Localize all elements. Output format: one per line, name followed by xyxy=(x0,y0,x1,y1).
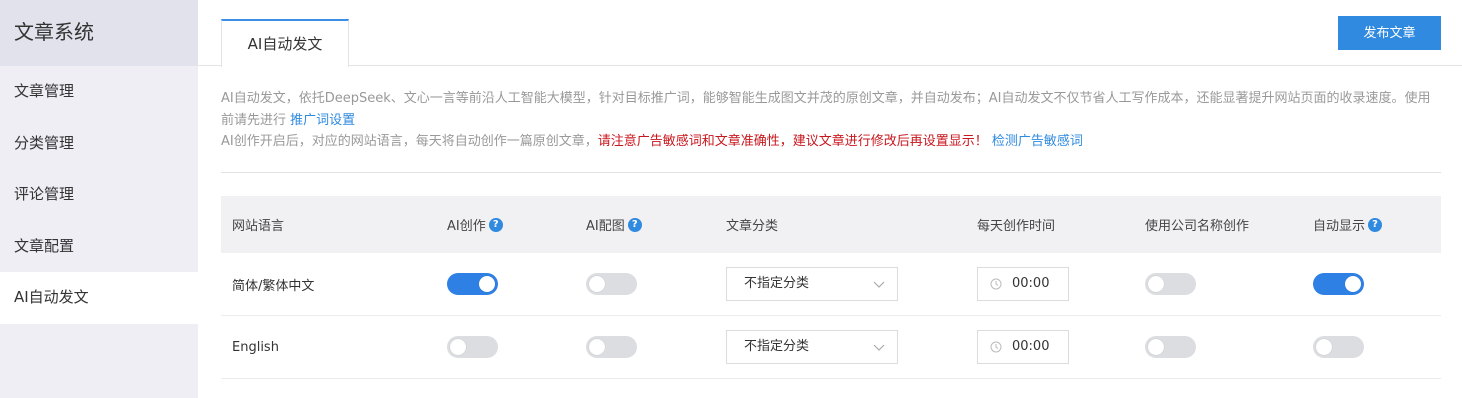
ai-create-cell xyxy=(447,253,498,315)
auto-display-toggle[interactable] xyxy=(1313,273,1364,295)
daily-time-input[interactable]: 00:00 xyxy=(977,267,1069,301)
keyword-settings-link[interactable]: 推广词设置 xyxy=(290,113,355,128)
chevron-down-icon xyxy=(873,344,885,351)
check-sensitive-words-link[interactable]: 检测广告敏感词 xyxy=(992,134,1083,149)
ai-create-cell xyxy=(447,316,498,378)
sidebar-item-ai-auto-post[interactable]: AI自动发文 xyxy=(0,272,198,324)
ai-image-cell xyxy=(586,253,637,315)
ai-create-toggle[interactable] xyxy=(447,273,498,295)
main-content: AI自动发文 发布文章 AI自动发文，依托DeepSeek、文心一言等前沿人工智… xyxy=(198,0,1462,398)
auto-display-cell xyxy=(1313,316,1364,378)
description-line-2: AI创作开启后，对应的网站语言，每天将自动创作一篇原创文章， xyxy=(221,134,598,149)
language-settings-table: 网站语言 AI创作 ? AI配图 ? 文章分类 每天创作时间 使用公司名称创作 … xyxy=(221,196,1441,379)
sidebar: 文章系统 文章管理 分类管理 评论管理 文章配置 AI自动发文 xyxy=(0,0,198,398)
language-cell: 简体/繁体中文 xyxy=(232,278,315,294)
company-name-toggle[interactable] xyxy=(1145,336,1196,358)
table-header: 网站语言 AI创作 ? AI配图 ? 文章分类 每天创作时间 使用公司名称创作 … xyxy=(221,196,1441,253)
tab-bar: AI自动发文 发布文章 xyxy=(198,0,1462,67)
time-cell: 00:00 xyxy=(977,253,1069,315)
sensitive-word-warning: 请注意广告敏感词和文章准确性，建议文章进行修改后再设置显示！ xyxy=(597,134,988,149)
header-company-name: 使用公司名称创作 xyxy=(1145,219,1250,234)
sidebar-item-article-management[interactable]: 文章管理 xyxy=(0,66,198,118)
category-select[interactable]: 不指定分类 xyxy=(726,267,898,301)
ai-image-cell xyxy=(586,316,637,378)
clock-icon xyxy=(990,341,1002,353)
header-category: 文章分类 xyxy=(726,219,779,234)
header-ai-image: AI配图 ? xyxy=(586,196,642,253)
question-circle-icon[interactable]: ? xyxy=(1368,217,1383,232)
app-root: 文章系统 文章管理 分类管理 评论管理 文章配置 AI自动发文 AI自动发文 发… xyxy=(0,0,1462,398)
language-cell: English xyxy=(232,339,279,355)
ai-image-toggle[interactable] xyxy=(586,273,637,295)
question-circle-icon[interactable]: ? xyxy=(627,217,642,232)
table-row: English 不指定分类 00:00 xyxy=(221,316,1441,379)
auto-display-toggle[interactable] xyxy=(1313,336,1364,358)
sidebar-item-comment-management[interactable]: 评论管理 xyxy=(0,169,198,221)
clock-icon xyxy=(990,278,1002,290)
company-name-cell xyxy=(1145,316,1196,378)
question-circle-icon[interactable]: ? xyxy=(488,217,503,232)
sidebar-title: 文章系统 xyxy=(0,0,198,66)
header-language: 网站语言 xyxy=(232,219,285,234)
ai-create-toggle[interactable] xyxy=(447,336,498,358)
header-ai-create: AI创作 ? xyxy=(447,196,503,253)
header-daily-time: 每天创作时间 xyxy=(977,219,1056,234)
company-name-cell xyxy=(1145,253,1196,315)
header-auto-display: 自动显示 ? xyxy=(1313,196,1383,253)
category-cell: 不指定分类 xyxy=(726,316,898,378)
category-cell: 不指定分类 xyxy=(726,253,898,315)
description: AI自动发文，依托DeepSeek、文心一言等前沿人工智能大模型，针对目标推广词… xyxy=(221,88,1441,153)
divider xyxy=(221,172,1441,173)
tab-ai-auto-post[interactable]: AI自动发文 xyxy=(221,19,349,67)
time-cell: 00:00 xyxy=(977,316,1069,378)
daily-time-input[interactable]: 00:00 xyxy=(977,330,1069,364)
company-name-toggle[interactable] xyxy=(1145,273,1196,295)
sidebar-item-category-management[interactable]: 分类管理 xyxy=(0,118,198,170)
auto-display-cell xyxy=(1313,253,1364,315)
publish-article-button[interactable]: 发布文章 xyxy=(1338,16,1441,50)
table-row: 简体/繁体中文 不指定分类 00:00 xyxy=(221,253,1441,316)
category-select[interactable]: 不指定分类 xyxy=(726,330,898,364)
description-line-1: AI自动发文，依托DeepSeek、文心一言等前沿人工智能大模型，针对目标推广词… xyxy=(221,91,1431,128)
chevron-down-icon xyxy=(873,281,885,288)
ai-image-toggle[interactable] xyxy=(586,336,637,358)
sidebar-item-article-config[interactable]: 文章配置 xyxy=(0,221,198,273)
